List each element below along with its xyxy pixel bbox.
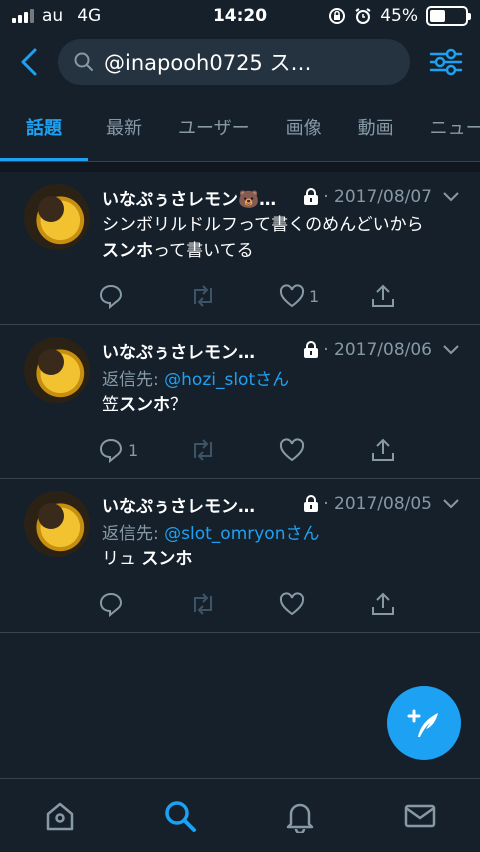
reply-handle-link[interactable]: @slot_omryonさん [164,524,319,544]
share-icon [371,284,394,307]
highlight-term: スンホ [119,395,170,415]
chevron-down-icon[interactable] [442,498,460,510]
search-tabs: 話題 最新 ユーザー 画像 動画 ニュー [0,92,480,162]
status-bar: au 4G 14:20 45% [0,0,480,32]
tab-latest[interactable]: 最新 [88,92,160,161]
tweet-text: リュ スンホ [102,549,193,569]
retweet-icon [193,285,212,307]
tweet-item[interactable]: いなぷぅさレモン… · 2017/08/05 返信先: @slot_omryon… [0,479,480,633]
like-button[interactable]: 1 [279,284,370,308]
search-query: @inapooh0725 ス… [104,51,312,75]
retweet-button[interactable] [189,592,280,616]
tweet-item[interactable]: いなぷぅさレモン🐻 … · 2017/08/07 シンボリルドルフって書くのめん… [0,172,480,325]
lock-icon [303,341,319,359]
bottom-nav [0,778,480,852]
compose-quill-icon [407,709,438,737]
battery-icon [426,6,471,26]
retweet-button[interactable] [189,438,280,462]
tab-videos[interactable]: 動画 [340,92,412,161]
reply-button[interactable] [98,283,189,309]
tweet-item[interactable]: いなぷぅさレモン… · 2017/08/06 返信先: @hozi_slotさん… [0,325,480,479]
reply-count: 1 [128,440,139,460]
tweet-text: シンボリルドルフって書くのめんどいから スンホって書いてる [102,215,424,261]
tweet-author-name[interactable]: いなぷぅさレモン🐻 … [102,185,282,210]
chevron-down-icon[interactable] [442,344,460,356]
tweet-actions: 1 [98,268,460,324]
reply-context: 返信先: @hozi_slotさん [102,370,290,390]
tab-images[interactable]: 画像 [268,92,340,161]
tweet-date: · 2017/08/05 [323,494,432,514]
carrier-label: au [42,6,64,26]
reply-button[interactable]: 1 [98,437,189,463]
bell-icon [286,803,314,833]
tab-users[interactable]: ユーザー [160,92,268,161]
nav-messages[interactable] [390,791,450,841]
reply-context: 返信先: @slot_omryonさん [102,524,320,544]
chevron-down-icon[interactable] [442,191,460,203]
reply-button[interactable] [98,591,189,617]
retweet-icon [193,593,212,615]
heart-icon [279,592,305,616]
alarm-icon [355,8,371,24]
lock-icon [303,188,319,206]
battery-percent: 45% [380,6,418,26]
tweet-actions: 1 [98,422,460,478]
network-label: 4G [77,6,102,26]
search-header: @inapooh0725 ス… [0,32,480,92]
back-button[interactable] [14,42,44,82]
filter-sliders-icon [429,48,463,76]
search-icon [165,800,196,832]
retweet-icon [193,439,212,461]
nav-home[interactable] [30,791,90,841]
share-button[interactable] [370,437,461,463]
tab-news[interactable]: ニュー [412,92,480,161]
compose-tweet-button[interactable] [387,686,461,760]
tweet-text: 笠スンホ？ [102,395,187,415]
highlight-term: スンホ [141,549,193,569]
share-icon [371,438,394,461]
search-input[interactable]: @inapooh0725 ス… [58,39,410,85]
reply-handle-link[interactable]: @hozi_slotさん [164,370,289,390]
search-icon [74,52,93,71]
share-button[interactable] [370,283,461,309]
avatar[interactable] [24,491,90,557]
retweet-button[interactable] [189,284,280,308]
mail-icon [404,804,436,827]
share-icon [371,592,394,615]
like-button[interactable] [279,438,370,462]
filter-button[interactable] [426,42,466,82]
highlight-term: スンホ [102,241,153,261]
reply-icon [99,284,123,309]
tweet-author-name[interactable]: いなぷぅさレモン… [102,338,255,363]
avatar[interactable] [24,337,90,403]
home-icon [46,802,74,830]
avatar[interactable] [24,184,90,250]
back-arrow-icon [21,48,37,76]
heart-icon [279,438,305,462]
tweet-date: · 2017/08/07 [323,187,432,207]
rotation-lock-icon [329,8,346,24]
share-button[interactable] [370,591,461,617]
signal-icon [12,9,34,23]
heart-icon [279,284,305,308]
tweet-date: · 2017/08/06 [323,340,432,360]
like-button[interactable] [279,592,370,616]
nav-notifications[interactable] [270,791,330,841]
tweet-author-name[interactable]: いなぷぅさレモン… [102,492,255,517]
tweet-actions [98,576,460,632]
tab-top[interactable]: 話題 [0,92,88,161]
divider [0,162,480,172]
reply-icon [99,592,123,617]
like-count: 1 [309,286,320,306]
reply-icon [99,438,123,463]
lock-icon [303,495,319,513]
nav-search[interactable] [150,791,210,841]
